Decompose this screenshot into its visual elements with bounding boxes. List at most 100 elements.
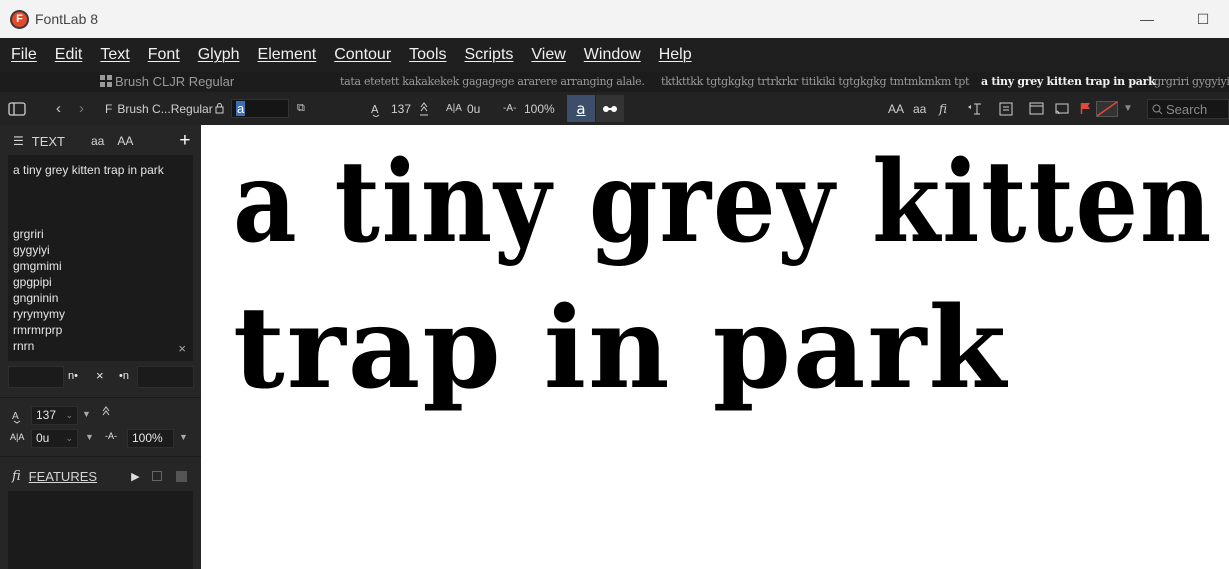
suffix-input[interactable] — [137, 366, 194, 388]
tracking-input[interactable]: 0u ⌄ — [31, 429, 78, 448]
sidebar-toggle-icon[interactable] — [8, 92, 26, 125]
toolbar: ‹ › F Brush C...Regular a ⧉ A 137 A|A 0u… — [0, 92, 1229, 125]
back-icon[interactable]: ‹ — [56, 92, 61, 125]
font-size-value[interactable]: 137 — [391, 92, 411, 125]
save-feature-icon[interactable] — [151, 471, 162, 481]
text-panel-header: ☰ TEXT aa AA + — [13, 130, 191, 152]
text-tab-active[interactable]: a tiny grey kitten trap in park — [981, 75, 1156, 88]
swap-button[interactable]: × — [96, 368, 104, 383]
preview-line: a tiny grey kitten — [233, 137, 1214, 268]
search-field[interactable]: Search — [1147, 99, 1229, 119]
font-size-icon: A — [11, 408, 23, 429]
search-icon — [1152, 104, 1163, 114]
glyph-link-icon[interactable]: ⧉ — [297, 92, 305, 125]
text-line: gygyiyi — [13, 243, 50, 257]
preview-toggle-icon[interactable] — [596, 95, 624, 122]
minimize-button[interactable]: — — [1136, 8, 1158, 30]
frame-icon[interactable] — [999, 92, 1013, 125]
text-line — [13, 210, 188, 226]
text-tab[interactable]: grgriri gygyiyi — [1154, 75, 1229, 88]
prefix-input[interactable] — [8, 366, 64, 388]
color-swatch-icon[interactable] — [1096, 92, 1118, 125]
preview-canvas[interactable]: a tiny grey kitten trap in park — [201, 125, 1229, 569]
zoom-value[interactable]: 100% — [524, 92, 555, 125]
menu-font[interactable]: Font — [139, 46, 189, 64]
forward-icon[interactable]: › — [79, 92, 84, 125]
text-editor[interactable]: a tiny grey kitten trap in park grgriri … — [8, 155, 193, 361]
play-icon[interactable]: ▶ — [131, 470, 139, 483]
flag-icon[interactable] — [1080, 92, 1091, 125]
prefix-label: n• — [68, 370, 78, 382]
divider — [0, 456, 201, 457]
svg-text:A: A — [371, 103, 379, 116]
glyph-input[interactable]: a — [231, 99, 289, 118]
menu-element[interactable]: Element — [249, 46, 326, 64]
menu-glyph[interactable]: Glyph — [189, 46, 249, 64]
suffix-label: •n — [119, 370, 129, 382]
app-logo-icon: F — [10, 9, 29, 29]
uppercase-button[interactable]: AA — [888, 92, 904, 125]
glyph-mode-button[interactable]: a — [567, 95, 595, 122]
cast-icon[interactable] — [1055, 92, 1069, 125]
text-line: gngninin — [13, 291, 59, 305]
tracking-value[interactable]: 0u — [467, 92, 480, 125]
font-size-stepper-icon[interactable] — [101, 406, 111, 425]
menu-text[interactable]: Text — [91, 46, 138, 64]
font-size-input[interactable]: 137 ⌄ — [31, 406, 78, 425]
window-title: FontLab 8 — [35, 11, 99, 27]
features-icon: ﬁ — [12, 468, 21, 484]
text-direction-icon[interactable] — [967, 92, 983, 125]
font-tab[interactable]: Brush CLJR Regular — [100, 74, 234, 89]
text-line: ryrymymy — [13, 307, 65, 321]
menu-window[interactable]: Window — [575, 46, 650, 64]
lock-icon[interactable] — [215, 92, 224, 125]
text-tab[interactable]: tktkttkk tgtgkgkg trtrkrkr titikiki tgtg… — [661, 75, 969, 88]
menu-file[interactable]: File — [2, 46, 46, 64]
sidebar: ☰ TEXT aa AA + a tiny grey kitten trap i… — [0, 125, 201, 569]
text-line: rmrmrprp — [13, 323, 63, 337]
menu-help[interactable]: Help — [650, 46, 701, 64]
tracking-icon: A|A — [446, 103, 462, 114]
menu-scripts[interactable]: Scripts — [456, 46, 523, 64]
text-line: gpgpipi — [13, 275, 52, 289]
font-selector[interactable]: F Brush C...Regular — [105, 92, 213, 125]
features-editor[interactable] — [8, 491, 193, 569]
text-line: a tiny grey kitten trap in park — [13, 163, 164, 177]
font-size-stepper-icon[interactable] — [419, 92, 429, 125]
features-panel-header: ﬁ FEATURES ▶ — [0, 461, 201, 491]
clear-text-button[interactable]: × — [178, 341, 186, 356]
zoom-icon: -A- — [105, 431, 117, 441]
menu-contour[interactable]: Contour — [325, 46, 400, 64]
text-line — [13, 178, 188, 194]
uppercase-toggle[interactable]: AA — [117, 134, 133, 148]
chevron-down-icon[interactable]: ▼ — [85, 432, 94, 442]
menu-tools[interactable]: Tools — [400, 46, 455, 64]
tab-strip: Brush CLJR Regular tata etetett kakakeke… — [0, 72, 1229, 92]
tracking-icon: A|A — [10, 432, 25, 442]
font-grid-icon — [100, 75, 112, 87]
ligature-icon[interactable]: ﬁ — [939, 92, 947, 125]
lowercase-button[interactable]: aa — [913, 92, 926, 125]
add-text-button[interactable]: + — [179, 130, 190, 152]
zoom-input[interactable]: 100% — [127, 429, 174, 448]
maximize-button[interactable]: ☐ — [1192, 8, 1214, 30]
text-line: rnrn — [13, 339, 35, 353]
window-icon[interactable] — [1029, 92, 1044, 125]
divider — [0, 397, 201, 398]
text-tab[interactable]: tata etetett kakakekek gagagege ararere … — [340, 75, 645, 88]
zoom-icon: -A- — [503, 103, 517, 114]
text-line: gmgmimi — [13, 259, 62, 273]
font-f-icon: F — [105, 101, 113, 116]
text-line: grgriri — [13, 227, 44, 241]
lowercase-toggle[interactable]: aa — [91, 134, 104, 148]
menu-bar: File Edit Text Font Glyph Element Contou… — [0, 38, 1229, 72]
chevron-down-icon[interactable]: ▼ — [179, 432, 188, 442]
menu-view[interactable]: View — [522, 46, 574, 64]
features-doc-icon[interactable] — [175, 470, 187, 482]
font-size-icon: A — [370, 92, 382, 125]
chevron-down-icon[interactable]: ▼ — [82, 409, 91, 419]
text-panel-icon: ☰ — [13, 134, 24, 148]
menu-edit[interactable]: Edit — [46, 46, 92, 64]
chevron-down-icon[interactable]: ▼ — [1123, 92, 1133, 125]
title-bar: F FontLab 8 — ☐ — [0, 0, 1229, 38]
